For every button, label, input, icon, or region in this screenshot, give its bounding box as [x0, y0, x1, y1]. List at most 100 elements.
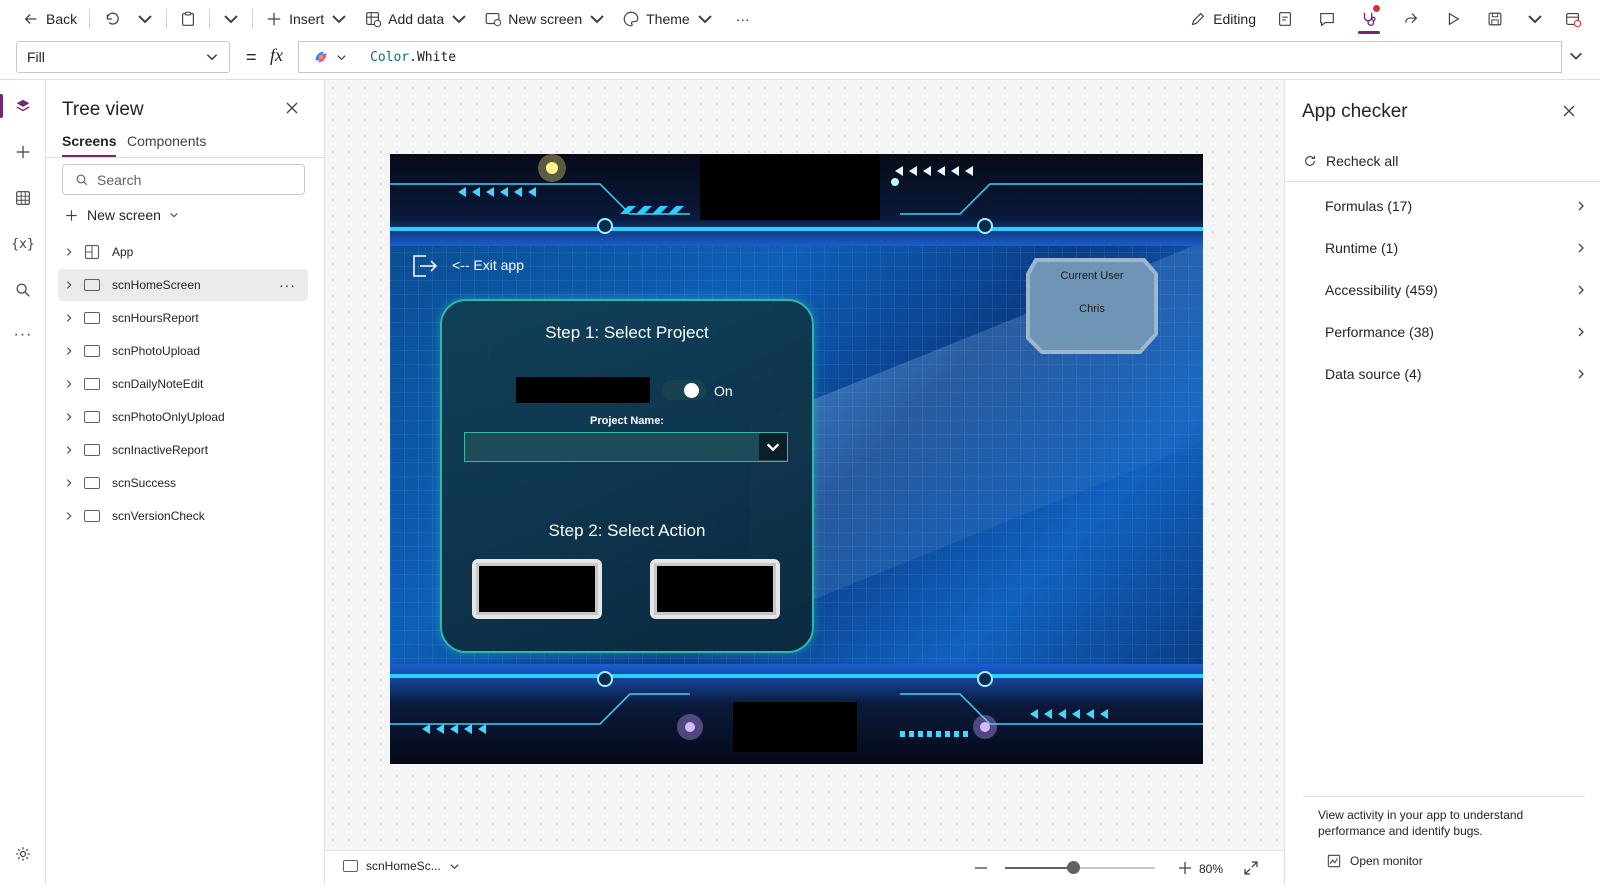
formula-bar: Fill = fx Color .White — [0, 38, 1600, 80]
left-rail: {x} ··· — [0, 80, 46, 885]
category-label: Runtime (1) — [1325, 240, 1399, 256]
plus-icon — [66, 209, 77, 221]
tree-item-scnHomeScreen[interactable]: scnHomeScreen ··· — [58, 269, 308, 301]
add-data-button[interactable]: Add data — [356, 0, 476, 38]
fx-icon[interactable]: fx — [270, 45, 283, 66]
notes-button[interactable] — [1264, 0, 1306, 38]
tree-item-scnHoursReport[interactable]: scnHoursReport — [58, 302, 308, 334]
action-button-1[interactable] — [472, 559, 602, 619]
save-icon — [1488, 12, 1502, 26]
chevron-right-icon[interactable] — [58, 511, 80, 521]
formula-input[interactable]: Color .White — [360, 41, 1562, 73]
category-accessibility[interactable]: Accessibility (459) — [1325, 278, 1587, 302]
theme-button[interactable]: Theme — [614, 0, 722, 38]
close-icon — [286, 102, 298, 114]
chevron-down-icon — [1570, 52, 1582, 60]
save-dropdown-button[interactable] — [1516, 0, 1554, 38]
new-screen-button[interactable]: New screen — [476, 0, 614, 38]
divider — [252, 9, 254, 29]
chevron-right-icon[interactable] — [58, 445, 80, 455]
tree-item-scnSuccess[interactable]: scnSuccess — [58, 467, 308, 499]
paste-dropdown-button[interactable] — [214, 0, 248, 38]
insert-button[interactable]: Insert — [257, 0, 356, 38]
fit-to-screen-button[interactable] — [1243, 860, 1259, 879]
project-name-dropdown[interactable] — [464, 432, 788, 462]
action-button-2[interactable] — [650, 559, 780, 619]
exit-app-button[interactable]: <-- Exit app — [408, 250, 524, 280]
chevron-right-icon[interactable] — [58, 478, 80, 488]
insert-rail-button[interactable] — [11, 140, 35, 164]
publish-button[interactable] — [1554, 0, 1600, 38]
save-button[interactable] — [1474, 0, 1516, 38]
back-button[interactable]: Back — [0, 0, 85, 38]
expand-formula-button[interactable] — [1568, 48, 1584, 67]
bottom-black-box — [733, 702, 857, 752]
paste-button[interactable] — [171, 0, 205, 38]
category-data-source[interactable]: Data source (4) — [1325, 362, 1587, 386]
copilot-button[interactable] — [298, 41, 360, 73]
zoom-out-button[interactable] — [973, 860, 989, 879]
item-more-button[interactable]: ··· — [279, 277, 296, 293]
chevron-right-icon[interactable] — [58, 313, 80, 323]
recheck-all-button[interactable]: Recheck all — [1303, 153, 1398, 169]
preview-button[interactable] — [1432, 0, 1474, 38]
tree-new-screen-button[interactable]: New screen — [64, 204, 179, 226]
chevron-right-icon[interactable] — [58, 379, 80, 389]
close-tree-button[interactable] — [284, 100, 300, 119]
tree-item-scnPhotoOnlyUpload[interactable]: scnPhotoOnlyUpload — [58, 401, 308, 433]
palette-icon — [623, 11, 639, 27]
screen-icon — [84, 510, 100, 522]
search-icon — [16, 283, 30, 297]
chevron-right-icon[interactable] — [58, 280, 80, 290]
more-rail-button[interactable]: ··· — [11, 323, 35, 347]
share-button[interactable] — [1390, 0, 1432, 38]
comments-button[interactable] — [1306, 0, 1348, 38]
project-selection-card: Step 1: Select Project On Project Name: … — [440, 299, 814, 653]
dropdown-toggle[interactable] — [759, 433, 787, 460]
more-commands-button[interactable]: ··· — [722, 0, 764, 38]
category-formulas[interactable]: Formulas (17) — [1325, 194, 1587, 218]
tree-item-scnDailyNoteEdit[interactable]: scnDailyNoteEdit — [58, 368, 308, 400]
tree-item-app[interactable]: App — [58, 236, 308, 268]
editing-mode-button[interactable]: Editing — [1181, 0, 1264, 38]
tree-item-scnVersionCheck[interactable]: scnVersionCheck — [58, 500, 308, 532]
data-rail-button[interactable] — [11, 186, 35, 210]
settings-rail-button[interactable] — [11, 842, 35, 866]
tree-item-scnPhotoUpload[interactable]: scnPhotoUpload — [58, 335, 308, 367]
chevron-right-icon — [1578, 369, 1584, 379]
tree-view-button[interactable] — [11, 94, 35, 118]
category-runtime[interactable]: Runtime (1) — [1325, 236, 1587, 260]
chevron-down-icon — [1528, 15, 1542, 24]
chevron-right-icon — [1578, 243, 1584, 253]
zoom-slider[interactable] — [1005, 861, 1155, 874]
table-icon — [16, 191, 30, 205]
tab-screens[interactable]: Screens — [62, 133, 117, 157]
tab-components[interactable]: Components — [127, 133, 206, 157]
search-rail-button[interactable] — [11, 278, 35, 302]
chevron-right-icon[interactable] — [58, 247, 80, 257]
zoom-in-button[interactable] — [1177, 860, 1193, 879]
toggle-switch[interactable] — [662, 380, 706, 400]
publish-icon — [1566, 13, 1582, 28]
variables-rail-button[interactable]: {x} — [11, 232, 35, 256]
chevron-down-icon — [450, 863, 459, 869]
screen-icon — [84, 411, 100, 423]
tree-item-scnInactiveReport[interactable]: scnInactiveReport — [58, 434, 308, 466]
property-selector[interactable]: Fill — [16, 41, 230, 73]
undo-dropdown-button[interactable] — [128, 0, 162, 38]
theme-label: Theme — [646, 11, 690, 27]
app-checker-button[interactable] — [1348, 0, 1390, 38]
divider — [89, 9, 91, 29]
search-input[interactable]: Search — [62, 164, 305, 195]
chevron-right-icon[interactable] — [58, 412, 80, 422]
undo-button[interactable] — [94, 0, 128, 38]
zoom-slider-thumb[interactable] — [1066, 861, 1080, 874]
open-monitor-button[interactable]: Open monitor — [1327, 854, 1423, 868]
app-screen-preview[interactable]: <-- Exit app Current User Chris Step 1: … — [390, 154, 1203, 764]
notification-dot — [1373, 5, 1380, 12]
screen-selector[interactable]: scnHomeSc... — [343, 859, 460, 873]
category-performance[interactable]: Performance (38) — [1325, 320, 1587, 344]
chevron-right-icon[interactable] — [58, 346, 80, 356]
comment-icon — [1320, 13, 1334, 27]
close-checker-button[interactable] — [1561, 103, 1577, 122]
